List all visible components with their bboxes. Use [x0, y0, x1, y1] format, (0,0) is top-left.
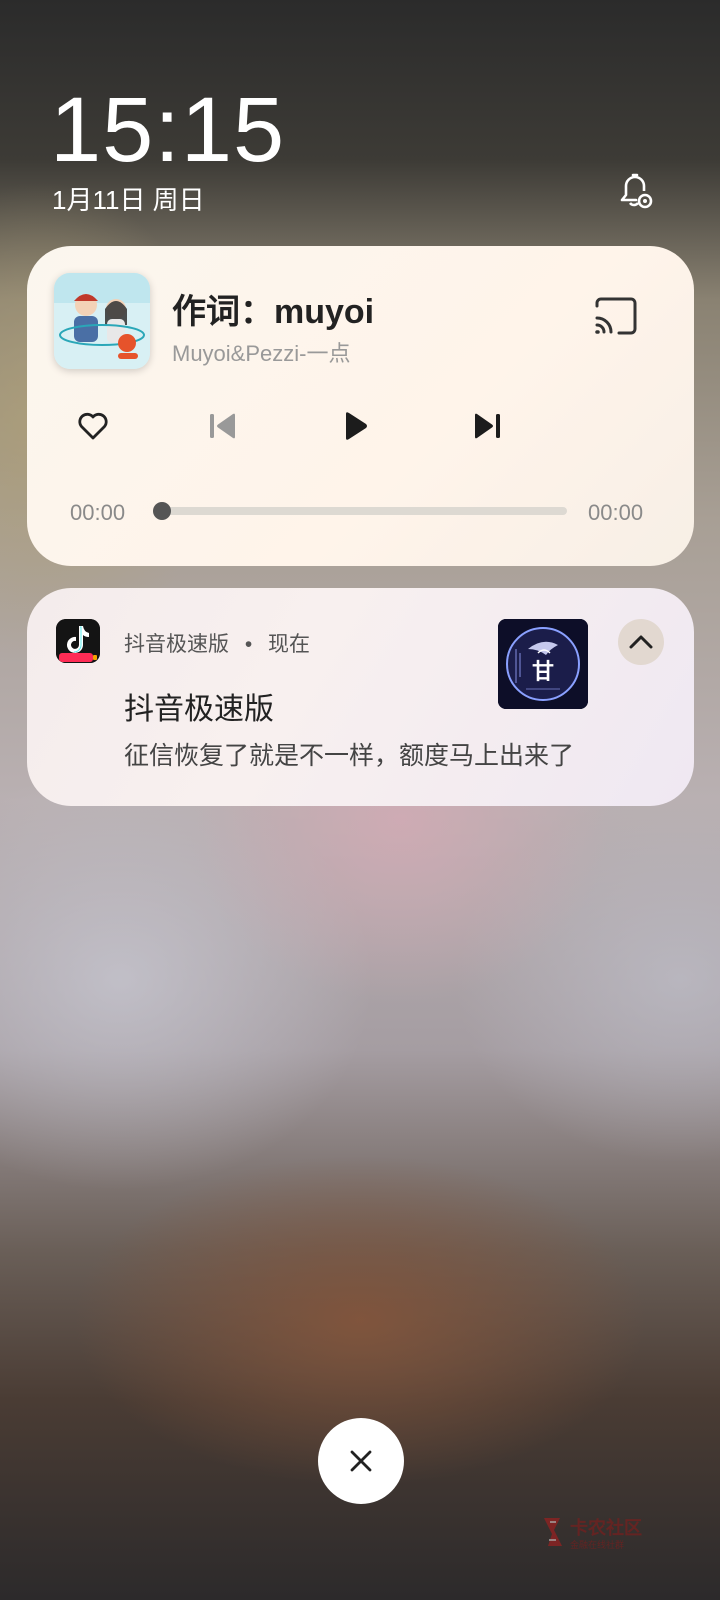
progress-thumb[interactable] — [153, 502, 171, 520]
notification-thumbnail: 甘 — [498, 619, 588, 709]
album-cover[interactable] — [54, 273, 150, 369]
lockscreen-clock: 15:15 — [50, 79, 286, 181]
douyin-logo-icon — [56, 619, 100, 663]
crane-emblem-image: 甘 — [498, 619, 588, 709]
thumbnail-glyph: 甘 — [532, 660, 554, 685]
notification-time: 现在 — [268, 633, 311, 656]
clear-all-button[interactable] — [318, 1418, 404, 1504]
notification-settings-icon[interactable] — [614, 170, 656, 212]
lockscreen-date: 1月11日 周日 — [52, 185, 205, 215]
svg-text:卡农社区: 卡农社区 — [570, 1517, 642, 1539]
elapsed-time: 00:00 — [70, 500, 126, 525]
chevron-up-icon — [629, 635, 653, 649]
total-duration: 00:00 — [588, 500, 644, 525]
progress-track[interactable] — [159, 507, 567, 515]
song-artist: Muyoi&Pezzi-一点 — [172, 341, 351, 366]
heart-icon — [78, 412, 108, 440]
app-icon — [56, 619, 100, 663]
next-button[interactable] — [467, 406, 507, 446]
watermark-logo: 卡农社区 金融在线社群 — [544, 1517, 642, 1551]
play-button[interactable] — [335, 406, 375, 446]
notification-body: 征信恢复了就是不一样，额度马上出来了 — [124, 742, 575, 770]
notification-card[interactable]: 抖音极速版 • 现在 抖音极速版 征信恢复了就是不一样，额度马上出来了 甘 — [27, 588, 694, 806]
svg-text:金融在线社群: 金融在线社群 — [570, 1539, 624, 1551]
previous-button[interactable] — [203, 406, 243, 446]
previous-icon — [210, 413, 235, 439]
play-icon — [346, 412, 367, 440]
notification-title: 抖音极速版 — [124, 693, 274, 726]
close-icon — [350, 1450, 372, 1472]
media-player-card[interactable]: 作词：muyoi Muyoi&Pezzi-一点 00:00 00:00 — [27, 246, 694, 566]
like-button[interactable] — [73, 406, 113, 446]
notification-app-name: 抖音极速版 — [124, 633, 229, 656]
cast-icon[interactable] — [593, 296, 639, 336]
song-title: 作词：muyoi — [172, 293, 375, 331]
notification-meta: 抖音极速版 • 现在 — [124, 628, 310, 658]
album-art-image — [54, 273, 150, 369]
collapse-button[interactable] — [618, 619, 664, 665]
next-icon — [475, 413, 500, 439]
meta-separator: • — [244, 633, 253, 656]
